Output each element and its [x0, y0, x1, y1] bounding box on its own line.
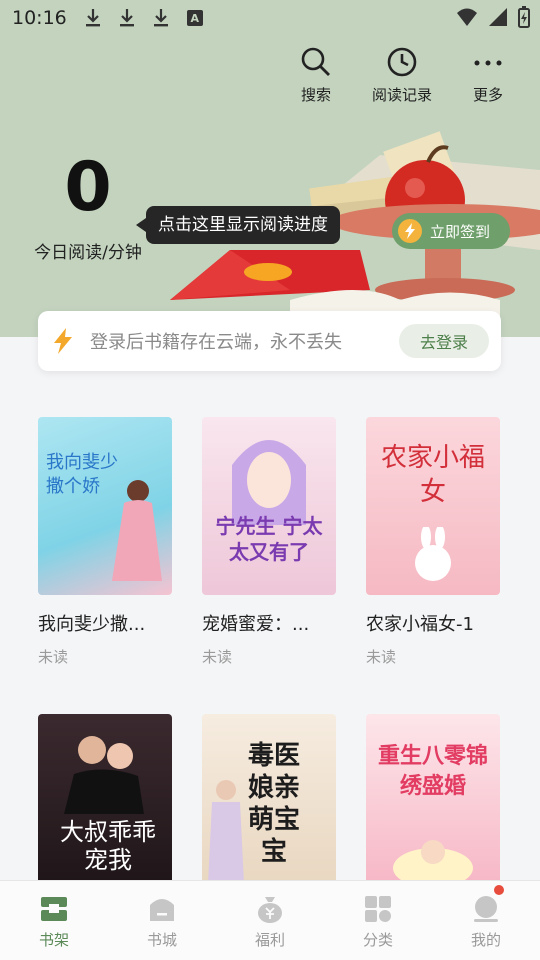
today-reading[interactable]: 0 今日阅读/分钟 — [30, 148, 146, 264]
book-cover[interactable]: 重生八零锦绣盛婚 — [366, 714, 500, 892]
book-status: 未读 — [366, 648, 397, 666]
book-item[interactable]: 宁先生 宁太太又有了 宠婚蜜爱：... 未读 — [202, 417, 336, 667]
download-icon — [119, 9, 134, 27]
more-button[interactable]: 更多 — [456, 46, 520, 105]
book-cover[interactable]: 毒医娘亲 萌宝宝 — [202, 714, 336, 892]
book-title: 我向斐少撒... — [38, 614, 146, 635]
search-label: 搜索 — [300, 86, 331, 104]
book-cover[interactable]: 农家小福女 — [366, 417, 500, 595]
reading-progress-tooltip[interactable]: 点击这里显示阅读进度 — [136, 206, 340, 244]
download-icon — [153, 9, 168, 27]
bottom-nav: 书架 书城 福利 分类 我的 — [0, 880, 540, 960]
nav-category[interactable]: 分类 — [324, 881, 432, 960]
more-icon — [474, 60, 502, 66]
cover-figure — [208, 780, 244, 884]
clock-icon — [387, 47, 417, 77]
wifi-icon — [457, 8, 477, 26]
cover-title: 大叔乖乖宠我 — [60, 818, 156, 874]
cover-figure — [393, 840, 473, 888]
book-item[interactable]: 农家小福女 农家小福女-1 未读 — [366, 417, 500, 667]
nav-label: 书架 — [38, 931, 69, 949]
bolt-icon — [398, 219, 422, 243]
reading-label: 今日阅读/分钟 — [34, 243, 142, 263]
cover-title: 毒医娘亲 萌宝宝 — [247, 741, 300, 867]
nav-welfare[interactable]: 福利 — [216, 881, 324, 960]
book-item[interactable]: 大叔乖乖宠我 — [38, 714, 172, 892]
profile-icon — [474, 896, 498, 922]
book-title: 宠婚蜜爱：... — [202, 614, 310, 635]
money-bag-icon — [258, 897, 282, 923]
download-icon — [85, 9, 100, 27]
book-cover[interactable]: 宁先生 宁太太又有了 — [202, 417, 336, 595]
cover-figure — [232, 440, 306, 525]
nav-label: 书城 — [146, 931, 177, 949]
more-label: 更多 — [472, 86, 503, 104]
login-button[interactable]: 去登录 — [399, 324, 489, 358]
book-status: 未读 — [202, 648, 233, 666]
nav-bookshelf[interactable]: 书架 — [0, 881, 108, 960]
bookstore-icon — [150, 899, 174, 921]
book-item[interactable]: 毒医娘亲 萌宝宝 — [202, 714, 336, 892]
book-item[interactable]: 我向斐少撒个娇 我向斐少撒... 未读 — [38, 417, 172, 667]
cover-figure — [64, 736, 144, 814]
status-time: 10:16 — [12, 7, 67, 29]
reading-history-label: 阅读记录 — [371, 86, 432, 104]
top-actions: 搜索 阅读记录 更多 — [284, 46, 520, 105]
cover-title: 农家小福女 — [380, 443, 485, 507]
search-icon — [301, 47, 330, 76]
battery-icon — [518, 6, 530, 28]
bookshelf-icon — [41, 897, 67, 921]
search-button[interactable]: 搜索 — [284, 46, 348, 105]
nav-label: 福利 — [254, 931, 285, 949]
nav-bookstore[interactable]: 书城 — [108, 881, 216, 960]
book-item[interactable]: 重生八零锦绣盛婚 — [366, 714, 500, 892]
cover-title: 重生八零锦绣盛婚 — [377, 744, 488, 799]
reading-minutes: 0 — [64, 148, 112, 227]
login-hint: 登录后书籍存在云端，永不丢失 — [90, 332, 342, 353]
checkin-button[interactable]: 立即签到 — [392, 213, 510, 249]
rabbit-icon — [415, 527, 451, 581]
notification-dot — [494, 885, 504, 895]
grid-icon — [365, 896, 391, 922]
checkin-label: 立即签到 — [430, 222, 491, 241]
book-status: 未读 — [38, 648, 69, 666]
book-cover[interactable]: 大叔乖乖宠我 — [38, 714, 172, 892]
signal-icon — [489, 8, 507, 26]
reading-history-button[interactable]: 阅读记录 — [370, 46, 434, 105]
status-right — [456, 6, 530, 28]
nav-label: 分类 — [362, 931, 393, 949]
cover-title: 宁先生 宁太太又有了 — [215, 514, 323, 564]
book-cover[interactable]: 我向斐少撒个娇 — [38, 417, 172, 595]
cover-figure — [112, 480, 162, 581]
status-bar: 10:16 A — [0, 0, 540, 36]
nav-profile[interactable]: 我的 — [432, 881, 540, 960]
nav-label: 我的 — [470, 931, 501, 949]
a-badge-icon: A — [186, 10, 203, 26]
bolt-icon — [54, 328, 72, 354]
book-title: 农家小福女-1 — [366, 614, 474, 635]
hero-header: 10:16 A 搜索 阅读记录 更多 0 今日阅读/分钟 点击这里显示阅读进度 — [0, 0, 540, 337]
login-banner: 登录后书籍存在云端，永不丢失 去登录 — [38, 311, 501, 371]
